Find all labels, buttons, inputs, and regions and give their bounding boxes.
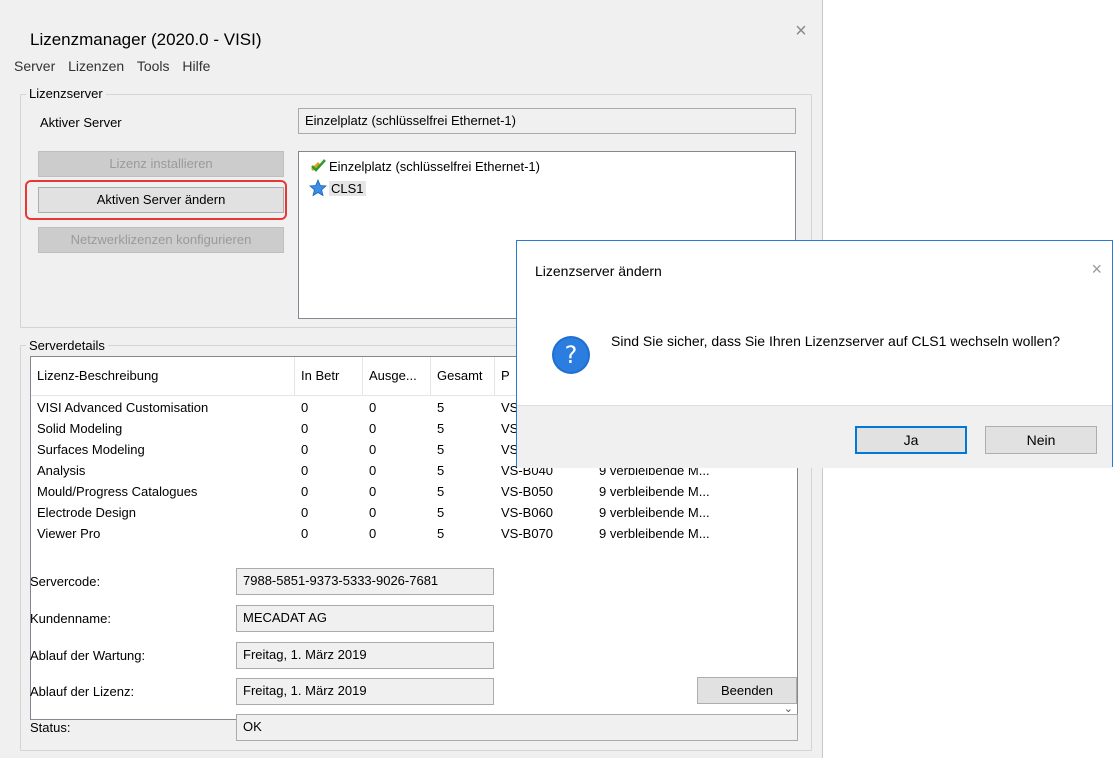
- table-cell-ausge: 0: [369, 400, 377, 415]
- serverdetails-group-label: Serverdetails: [26, 338, 108, 353]
- table-cell-desc: Solid Modeling: [37, 421, 123, 436]
- lizenzserver-group-label: Lizenzserver: [26, 86, 106, 101]
- table-row[interactable]: Viewer Pro 0 0 5 VS-B070 9 verbleibende M...: [31, 523, 797, 544]
- server-item-label: CLS1: [329, 180, 366, 196]
- active-server-field: Einzelplatz (schlüsselfrei Ethernet-1): [298, 108, 796, 134]
- table-cell-gesamt: 5: [437, 421, 445, 436]
- no-button[interactable]: Nein: [985, 426, 1097, 454]
- server-item-label: Einzelplatz (schlüsselfrei Ethernet-1): [329, 158, 540, 174]
- table-cell-desc: Electrode Design: [37, 505, 136, 520]
- menu-hilfe[interactable]: Hilfe: [182, 58, 210, 74]
- table-cell-desc: VISI Advanced Customisation: [37, 400, 209, 415]
- lizenz-ablauf-field: Freitag, 1. März 2019: [236, 678, 494, 705]
- table-cell-inbetr: 0: [301, 463, 309, 478]
- table-cell-ausge: 0: [369, 421, 377, 436]
- table-cell-desc: Surfaces Modeling: [37, 442, 145, 457]
- dialog-footer: Ja Nein: [517, 405, 1112, 468]
- confirm-dialog: Lizenzserver ändern × ? Sind Sie sicher,…: [516, 240, 1113, 468]
- table-cell-gesamt: 5: [437, 400, 445, 415]
- table-cell-inbetr: 0: [301, 484, 309, 499]
- table-cell-inbetr: 0: [301, 400, 309, 415]
- configure-network-licenses-button[interactable]: Netzwerklizenzen konfigurieren: [38, 227, 284, 253]
- menu-bar: Server Lizenzen Tools Hilfe: [14, 58, 219, 74]
- col-in-betr[interactable]: In Betr: [295, 357, 363, 395]
- active-server-label: Aktiver Server: [40, 115, 122, 130]
- table-cell-extra: 9 verbleibende M...: [599, 505, 710, 520]
- dialog-title: Lizenzserver ändern: [535, 263, 662, 279]
- question-icon: ?: [551, 335, 591, 378]
- close-icon[interactable]: ×: [790, 20, 812, 42]
- menu-server[interactable]: Server: [14, 58, 55, 74]
- table-cell-ausge: 0: [369, 505, 377, 520]
- check-key-icon: [311, 159, 326, 172]
- exit-button[interactable]: Beenden: [697, 677, 797, 704]
- table-cell-gesamt: 5: [437, 526, 445, 541]
- table-cell-gesamt: 5: [437, 505, 445, 520]
- table-cell-gesamt: 5: [437, 442, 445, 457]
- table-row[interactable]: Mould/Progress Catalogues 0 0 5 VS-B050 9 ver…: [31, 481, 797, 502]
- table-cell-gesamt: 5: [437, 463, 445, 478]
- status-label: Status:: [30, 720, 71, 735]
- change-active-server-button[interactable]: Aktiven Server ändern: [38, 187, 284, 213]
- table-cell-desc: Mould/Progress Catalogues: [37, 484, 198, 499]
- window-title: Lizenzmanager (2020.0 - VISI): [30, 30, 262, 49]
- star-icon: [309, 179, 327, 197]
- col-beschreibung[interactable]: Lizenz-Beschreibung: [31, 357, 295, 395]
- status-field: OK: [236, 714, 798, 741]
- svg-text:?: ?: [565, 341, 578, 369]
- menu-tools[interactable]: Tools: [137, 58, 170, 74]
- table-cell-extra: 9 verbleibende M...: [599, 526, 710, 541]
- table-cell-inbetr: 0: [301, 526, 309, 541]
- table-cell-p: VS-B060: [501, 505, 554, 520]
- wartung-field: Freitag, 1. März 2019: [236, 642, 494, 669]
- table-cell-gesamt: 5: [437, 484, 445, 499]
- table-cell-extra: 9 verbleibende M...: [599, 484, 710, 499]
- table-cell-ausge: 0: [369, 526, 377, 541]
- kundenname-label: Kundenname:: [30, 611, 111, 626]
- server-item-einzelplatz[interactable]: Einzelplatz (schlüsselfrei Ethernet-1): [309, 157, 540, 175]
- servercode-field: 7988-5851-9373-5333-9026-7681: [236, 568, 494, 595]
- table-row[interactable]: Electrode Design 0 0 5 VS-B060 9 verbleibende…: [31, 502, 797, 523]
- table-cell-inbetr: 0: [301, 421, 309, 436]
- col-gesamt[interactable]: Gesamt: [431, 357, 495, 395]
- dialog-message: Sind Sie sicher, dass Sie Ihren Lizenzse…: [611, 333, 1061, 349]
- table-cell-desc: Viewer Pro: [37, 526, 101, 541]
- table-cell-p: VS-B070: [501, 526, 554, 541]
- table-cell-inbetr: 0: [301, 505, 309, 520]
- wartung-label: Ablauf der Wartung:: [30, 648, 146, 663]
- table-cell-desc: Analysis: [37, 463, 86, 478]
- table-cell-ausge: 0: [369, 463, 377, 478]
- kundenname-field: MECADAT AG: [236, 605, 494, 632]
- dialog-close-icon[interactable]: ×: [1091, 259, 1102, 280]
- col-ausgeliehen[interactable]: Ausge...: [363, 357, 431, 395]
- lizenz-ablauf-label: Ablauf der Lizenz:: [30, 684, 135, 699]
- yes-button[interactable]: Ja: [855, 426, 967, 454]
- table-cell-p: VS-B050: [501, 484, 554, 499]
- menu-lizenzen[interactable]: Lizenzen: [68, 58, 124, 74]
- servercode-label: Servercode:: [30, 574, 101, 589]
- table-cell-ausge: 0: [369, 484, 377, 499]
- install-license-button[interactable]: Lizenz installieren: [38, 151, 284, 177]
- table-cell-ausge: 0: [369, 442, 377, 457]
- table-cell-inbetr: 0: [301, 442, 309, 457]
- server-item-cls1[interactable]: CLS1: [309, 179, 366, 197]
